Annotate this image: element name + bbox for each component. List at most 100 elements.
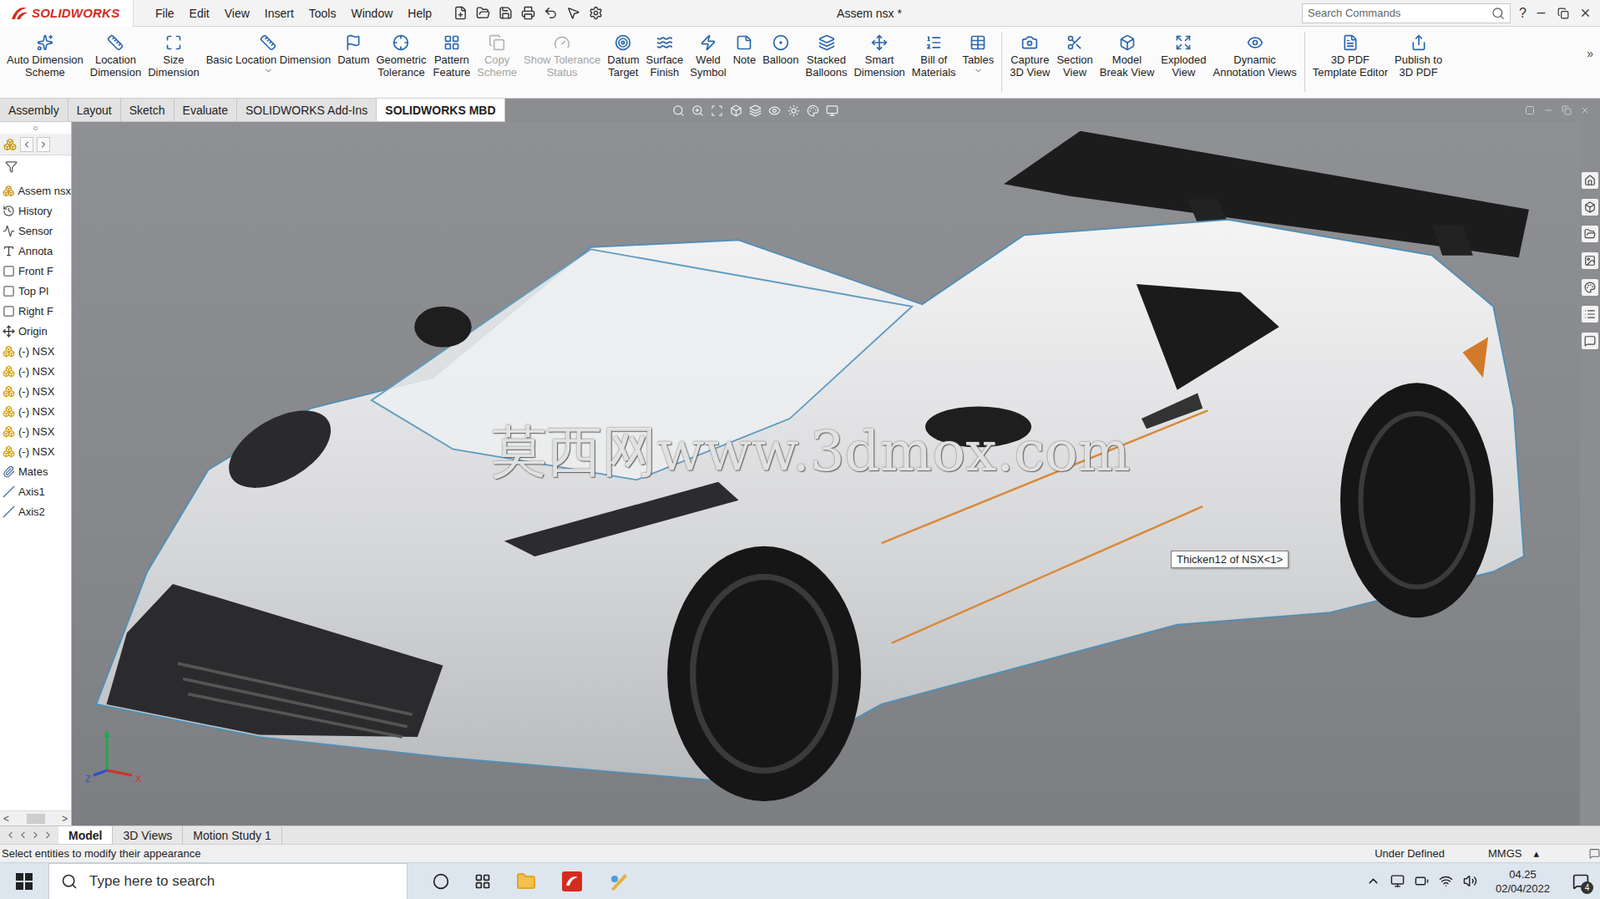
task-pane-tab[interactable] (1581, 225, 1599, 243)
ribbon-button[interactable]: Auto DimensionScheme (3, 31, 87, 79)
restore-icon[interactable] (1557, 7, 1570, 20)
model-tab[interactable]: Motion Study 1 (182, 825, 282, 844)
tree-item[interactable]: Right F (0, 300, 71, 321)
menu-item[interactable]: File (148, 3, 182, 24)
command-tab[interactable]: Assembly (0, 98, 69, 122)
unit-system[interactable]: MMGS▴ (1464, 846, 1590, 860)
ribbon-button[interactable]: Datum (334, 31, 373, 66)
ribbon-button[interactable]: 3D PDFTemplate Editor (1309, 31, 1392, 79)
command-tab[interactable]: SOLIDWORKS MBD (376, 98, 505, 122)
prev-icon[interactable] (17, 829, 29, 841)
status-note-icon[interactable] (1589, 847, 1600, 859)
paint-app-icon[interactable] (607, 870, 630, 892)
ribbon-button[interactable]: SurfaceFinish (643, 31, 688, 79)
tree-item[interactable]: Top Pl (0, 280, 71, 301)
new-icon[interactable] (453, 5, 468, 21)
help-button[interactable]: ? (1510, 5, 1535, 21)
tree-item[interactable]: Origin (0, 320, 71, 341)
logo[interactable]: SOLIDWORKS (0, 0, 134, 27)
menu-item[interactable]: Insert (258, 3, 301, 24)
tree-item[interactable]: Sensor (0, 220, 71, 241)
ribbon-button[interactable]: Note (729, 31, 760, 66)
tab-next[interactable] (36, 136, 51, 152)
clock[interactable]: 04.2502/04/2022 (1487, 866, 1559, 896)
cortana-icon[interactable] (432, 872, 450, 890)
ribbon-button[interactable]: ExplodedView (1157, 31, 1210, 79)
scroll-left[interactable]: < (3, 812, 10, 825)
ribbon-button[interactable]: StackedBalloons (802, 31, 851, 79)
next-icon[interactable] (30, 829, 41, 841)
action-center[interactable]: 4 (1568, 868, 1594, 894)
ribbon-button[interactable]: SmartDimension (850, 31, 908, 79)
tree-item[interactable]: (-) NSX (0, 360, 71, 381)
model-tab[interactable]: Model (58, 825, 113, 844)
tree-item[interactable]: Mates (0, 460, 71, 482)
ribbon-button[interactable]: LocationDimension (86, 31, 145, 79)
search-commands[interactable]: Search Commands (1301, 3, 1511, 24)
feature-tree-icon[interactable] (3, 137, 17, 152)
ribbon-button[interactable]: Basic Location Dimension (202, 31, 335, 76)
command-tab[interactable]: Layout (68, 98, 122, 122)
command-tab[interactable]: SOLIDWORKS Add-Ins (237, 98, 377, 122)
ribbon-button[interactable]: GeometricTolerance (373, 31, 431, 79)
task-pane-tab[interactable] (1581, 332, 1599, 350)
tree-item[interactable]: Axis2 (0, 501, 71, 522)
ribbon-button[interactable]: WeldSymbol (686, 31, 730, 79)
dropdown-icon[interactable] (263, 65, 274, 76)
select-icon[interactable] (566, 5, 581, 21)
file-explorer-icon[interactable] (516, 870, 537, 892)
ribbon-button[interactable]: ModelBreak View (1096, 31, 1159, 79)
tree-item[interactable]: History (0, 200, 71, 221)
appearance-icon[interactable] (806, 104, 820, 117)
tile-icon[interactable] (1524, 105, 1535, 116)
ribbon-button[interactable]: Bill ofMaterials (908, 31, 960, 79)
task-pane-tab[interactable] (1581, 278, 1599, 296)
scroll-right[interactable]: > (61, 812, 68, 825)
menu-item[interactable]: Help (400, 3, 439, 24)
tab-prev[interactable] (20, 136, 34, 152)
viewport-close-icon[interactable] (1579, 105, 1590, 116)
zoom-fit-icon[interactable] (672, 104, 685, 117)
undo-icon[interactable] (543, 5, 558, 21)
task-pane-tab[interactable] (1581, 172, 1599, 189)
last-icon[interactable] (42, 829, 54, 841)
display-icon[interactable] (1390, 873, 1405, 888)
tree-item[interactable]: (-) NSX (0, 340, 71, 361)
viewport-restore-icon[interactable] (1561, 105, 1572, 116)
dropdown-icon[interactable] (973, 65, 983, 76)
task-pane-tab[interactable] (1581, 252, 1599, 269)
menu-item[interactable]: Edit (182, 3, 217, 24)
viewport-canvas[interactable]: 莫西网www.3dmox.comThicken12 of NSX<1>ZX (71, 121, 1580, 826)
viewport-minimize-icon[interactable] (1543, 105, 1554, 116)
wifi-icon[interactable] (1438, 873, 1454, 888)
tree-item[interactable]: Annota (0, 240, 71, 261)
zoom-area-icon[interactable] (691, 104, 704, 117)
section-view-icon[interactable] (729, 104, 743, 117)
tree-item[interactable]: (-) NSX (0, 380, 71, 401)
ribbon-more[interactable]: » (1583, 31, 1597, 61)
view-orientation-icon[interactable] (749, 104, 762, 117)
task-pane-tab[interactable] (1581, 305, 1599, 323)
ribbon-button[interactable]: DatumTarget (603, 31, 643, 79)
tree-item[interactable]: Assem nsx (0, 180, 71, 201)
battery-icon[interactable] (1414, 873, 1429, 888)
print-icon[interactable] (521, 5, 536, 21)
menu-item[interactable]: Window (344, 3, 400, 24)
tree-item[interactable]: (-) NSX (0, 440, 71, 461)
tray-overflow-icon[interactable] (1366, 873, 1381, 888)
previous-view-icon[interactable] (710, 104, 724, 117)
volume-icon[interactable] (1463, 873, 1478, 888)
ribbon-button[interactable]: Balloon (759, 31, 802, 66)
task-view-icon[interactable] (474, 872, 492, 890)
ribbon-button[interactable]: SizeDimension (144, 31, 203, 79)
save-icon[interactable] (498, 5, 513, 21)
scroll-thumb[interactable] (26, 813, 46, 824)
tree-scrollbar[interactable]: <> (0, 810, 71, 826)
taskbar-search[interactable]: Type here to search (48, 862, 408, 899)
ribbon-button[interactable]: DynamicAnnotation Views (1209, 31, 1300, 79)
close-icon[interactable] (1579, 6, 1592, 20)
tree-item[interactable]: (-) NSX (0, 400, 71, 421)
ribbon-button[interactable]: Tables (959, 31, 998, 76)
start-button[interactable] (0, 862, 49, 899)
display-settings-icon[interactable] (825, 104, 839, 117)
